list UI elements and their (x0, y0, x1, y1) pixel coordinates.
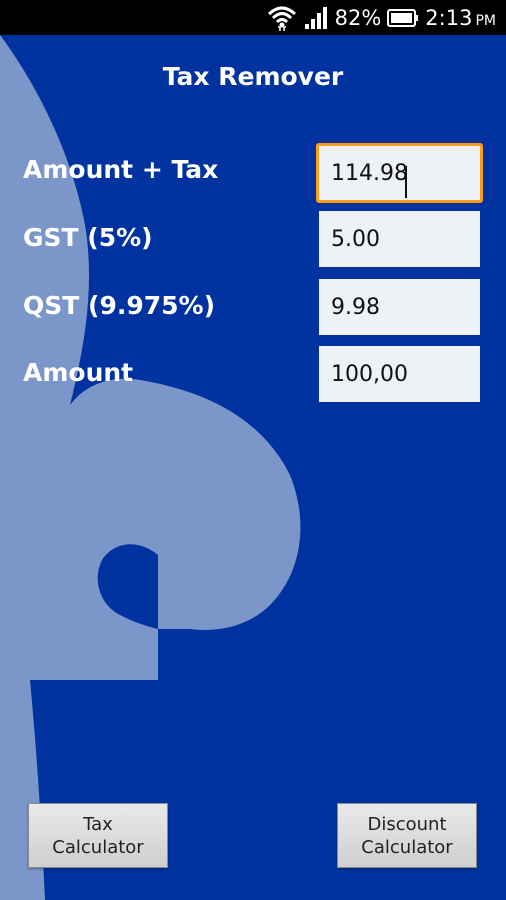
amount-input[interactable] (319, 346, 480, 402)
amount-plus-tax-input[interactable] (316, 143, 483, 203)
text-cursor (405, 166, 407, 198)
clock-time: 2:13 (425, 5, 473, 30)
clock: 2:13 PM (425, 6, 496, 30)
tax-calculator-button[interactable]: Tax Calculator (28, 803, 168, 868)
discount-calculator-line2: Calculator (361, 836, 453, 858)
tax-calculator-line2: Calculator (52, 836, 144, 858)
wifi-icon (267, 6, 296, 31)
app-content: Tax Remover Amount + Tax GST (5%) QST (9… (0, 35, 506, 900)
screen: 82% 2:13PM Tax Remover Amount + Tax GST … (0, 0, 506, 900)
gst-label: GST (5%) (23, 223, 153, 252)
status-bar: 82% 2:13 PM (0, 0, 506, 35)
discount-calculator-button[interactable]: Discount Calculator (337, 803, 477, 868)
gst-input[interactable] (319, 211, 480, 267)
clock-ampm: PM (475, 12, 496, 29)
qst-input[interactable] (319, 279, 480, 335)
battery-percentage: 82% (334, 5, 382, 30)
discount-calculator-line1: Discount (367, 813, 447, 835)
amount-label: Amount (23, 358, 134, 387)
battery-icon (387, 8, 419, 27)
tax-calculator-line1: Tax (83, 813, 113, 835)
qst-label: QST (9.975%) (23, 291, 215, 320)
app-title: Tax Remover (162, 62, 344, 91)
amount-plus-tax-label: Amount + Tax (23, 155, 219, 184)
signal-icon (304, 6, 327, 29)
status-icons: 82% 2:13 PM (261, 0, 496, 35)
